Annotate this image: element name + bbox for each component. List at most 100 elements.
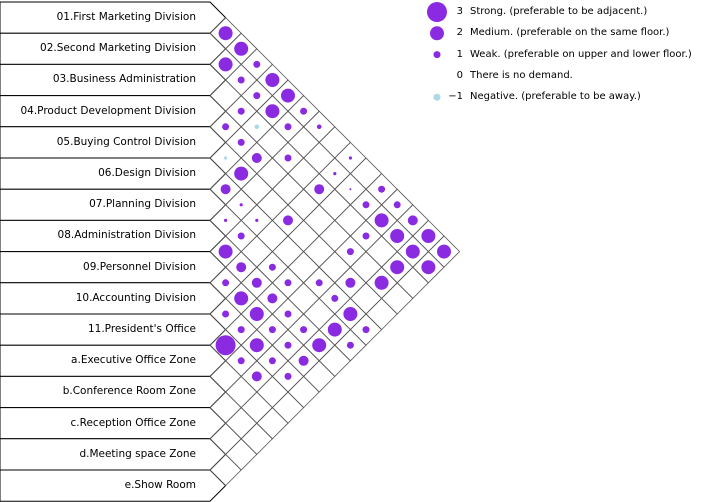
matrix-cell — [287, 251, 320, 284]
relation-dot — [237, 107, 245, 115]
relation-dot — [283, 215, 293, 226]
relation-dot — [374, 213, 389, 228]
relation-dot — [265, 73, 280, 87]
relation-dot — [237, 326, 245, 334]
relation-dot — [255, 218, 259, 222]
relation-dot — [218, 26, 233, 41]
row-label: 04.Product Development Division — [20, 104, 196, 117]
relation-dot — [281, 88, 295, 103]
legend-text: Strong. (preferable to be adjacent.) — [470, 6, 648, 17]
relation-dot — [378, 185, 386, 193]
relation-dot — [234, 41, 249, 56]
matrix-cell — [225, 438, 258, 471]
row-label: 02.Second Marketing Division — [40, 42, 196, 55]
relation-dot — [215, 335, 236, 356]
relation-dot — [421, 260, 436, 275]
legend-text: Negative. (preferable to be away.) — [470, 91, 641, 103]
relation-dot — [224, 218, 228, 222]
row-label: e.Show Room — [124, 479, 196, 491]
legend-item: 0 There is no demand. — [433, 66, 573, 86]
matrix-cell — [256, 126, 289, 159]
relation-dot — [362, 201, 370, 209]
relation-dot — [222, 123, 230, 131]
relation-dot — [393, 201, 401, 209]
matrix-cell — [256, 188, 289, 221]
matrix-cell — [318, 188, 351, 221]
relation-dot — [421, 229, 436, 243]
matrix-cell — [256, 407, 289, 440]
relation-dot — [345, 277, 356, 288]
matrix-cell — [256, 219, 289, 253]
legend-item: 2 Medium. (preferable on the same floor.) — [433, 23, 670, 43]
relation-dot — [327, 322, 342, 337]
row-label: 01.First Marketing Division — [56, 11, 196, 23]
relation-dot — [346, 341, 354, 349]
matrix-cell — [318, 219, 351, 253]
relation-dot — [349, 188, 352, 191]
row-label: 06.Design Division — [98, 167, 196, 179]
relation-dot — [362, 232, 370, 240]
relation-dot — [284, 279, 292, 287]
relation-dot — [218, 244, 233, 259]
relation-dot — [374, 275, 389, 290]
matrix-cell — [287, 219, 320, 253]
relation-dot — [390, 260, 405, 275]
row-label: c.Reception Office Zone — [70, 416, 196, 429]
relation-dot — [312, 338, 327, 353]
relation-dot — [390, 229, 405, 243]
relation-dot — [333, 172, 337, 176]
matrix-cell — [271, 173, 305, 206]
relation-dot — [268, 263, 276, 271]
relation-dot — [405, 244, 420, 259]
matrix-cell — [240, 422, 273, 455]
relation-dot — [348, 156, 352, 160]
relation-dot — [251, 277, 262, 288]
legend-text: Medium. (preferable on the same floor.) — [470, 27, 670, 39]
relation-dot — [298, 355, 309, 366]
matrix-cell — [256, 157, 289, 190]
relation-dot — [284, 372, 292, 380]
matrix-cell — [287, 157, 320, 190]
relation-dot — [253, 92, 261, 100]
relation-dot — [284, 154, 292, 162]
matrix-cell — [318, 251, 351, 284]
relation-dot — [315, 279, 323, 287]
relation-dot — [331, 294, 339, 302]
relation-dot — [314, 184, 325, 195]
matrix-cell — [303, 235, 336, 268]
relation-dot — [343, 307, 358, 321]
matrix-cell — [256, 375, 289, 409]
row-label: 07.Planning Division — [89, 198, 196, 211]
relation-dot — [251, 371, 262, 382]
matrix-cell — [271, 391, 305, 424]
matrix-cell — [287, 282, 320, 315]
relation-dot — [251, 153, 262, 163]
legend-text: Weak. (preferable on upper and lower flo… — [470, 48, 692, 60]
matrix-cell — [334, 204, 367, 237]
matrix-cell — [287, 126, 320, 159]
matrix-cell — [318, 126, 351, 159]
relation-dot — [300, 107, 308, 115]
matrix-cell — [365, 297, 398, 331]
legend-item: −1 Negative. (preferable to be away.) — [433, 87, 641, 107]
row-label: 03.Business Administration — [52, 73, 196, 86]
legend-value: 2 — [456, 27, 463, 39]
legend-item: 3 Strong. (preferable to be adjacent.) — [433, 2, 648, 22]
row-label: 09.Personnel Division — [83, 260, 196, 273]
legend-value: 1 — [456, 48, 463, 60]
row-label: a.Executive Office Zone — [71, 354, 196, 367]
row-label: 10.Accounting Division — [75, 291, 196, 304]
relation-dot — [224, 156, 228, 160]
matrix-cell — [240, 391, 273, 424]
legend-item: 1 Weak. (preferable on upper and lower fl… — [433, 45, 692, 65]
matrix-cell — [287, 375, 320, 409]
relation-dot — [268, 326, 276, 334]
relation-dot — [234, 166, 249, 181]
relation-dot — [222, 279, 230, 287]
relation-dot — [284, 310, 292, 318]
legend-value: 3 — [456, 6, 463, 17]
relation-dot — [284, 341, 292, 349]
legend-text: There is no demand. — [470, 69, 573, 81]
matrix-cell — [287, 188, 320, 221]
matrix-cell — [349, 157, 383, 190]
